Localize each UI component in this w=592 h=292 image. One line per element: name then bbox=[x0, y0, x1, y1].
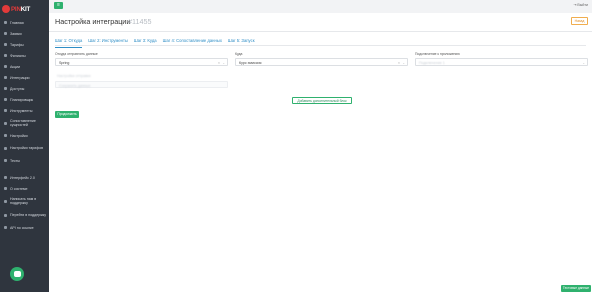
chat-icon bbox=[13, 271, 21, 277]
chat-button[interactable] bbox=[10, 267, 24, 281]
integration-id: #11455 bbox=[128, 17, 152, 26]
connection-label: Подключение к приложению bbox=[415, 52, 460, 56]
sidebar-item-integrations[interactable]: Интеграции bbox=[0, 72, 49, 83]
gear-icon bbox=[4, 134, 7, 137]
calendar-icon bbox=[4, 98, 7, 101]
sliders-icon bbox=[4, 146, 7, 150]
sidebar-item-entity-mapping[interactable]: Сопоставление сущностей bbox=[0, 116, 49, 130]
sidebar-item-promotions[interactable]: Акции bbox=[0, 61, 49, 72]
sidebar-item-requests[interactable]: Заявки bbox=[0, 28, 49, 39]
logo-text: PINKIT bbox=[11, 5, 31, 13]
connection-select-value: Подключение 1 bbox=[419, 60, 445, 65]
info-icon bbox=[4, 187, 7, 190]
help-icon bbox=[4, 213, 7, 217]
chevron-down-icon: ⌄ bbox=[222, 60, 225, 65]
sidebar-bottom-nav: Интерфейс 2.0 О системе Написать нам в п… bbox=[0, 172, 49, 233]
main-content: Шаг 1: Откуда Шаг 2: Инструменты Шаг 3: … bbox=[49, 31, 592, 292]
target-select[interactable]: Курс эмиссия × ⌄ bbox=[235, 58, 408, 66]
sidebar: PINKIT Главная Заявки Тарифы Филиалы Акц… bbox=[0, 0, 49, 292]
sidebar-item-tariff-settings[interactable]: Настройки тарифов bbox=[0, 141, 49, 155]
inbox-icon bbox=[4, 32, 7, 35]
sidebar-item-api[interactable]: API по ссылке bbox=[0, 222, 49, 233]
sidebar-item-about[interactable]: О системе bbox=[0, 183, 49, 194]
source-label: Откуда отправлять данные bbox=[55, 52, 98, 56]
api-icon bbox=[4, 226, 7, 229]
sidebar-item-access[interactable]: Доступы bbox=[0, 83, 49, 94]
page-header: Настройка интеграции #11455 Назад bbox=[49, 13, 592, 31]
sidebar-item-scheduler[interactable]: Планировщик bbox=[0, 94, 49, 105]
sidebar-item-settings[interactable]: Настройки bbox=[0, 130, 49, 141]
home-icon bbox=[4, 21, 7, 24]
sidebar-item-tests[interactable]: Тесты bbox=[0, 155, 49, 166]
plug-icon bbox=[4, 76, 7, 79]
sidebar-item-home[interactable]: Главная bbox=[0, 17, 49, 28]
wrench-icon bbox=[4, 109, 7, 112]
sidebar-item-interface[interactable]: Интерфейс 2.0 bbox=[0, 172, 49, 183]
brand-logo[interactable]: PINKIT bbox=[2, 4, 48, 14]
percent-icon bbox=[4, 65, 7, 68]
top-bar: ≡ ⇥ Выйти bbox=[49, 0, 592, 13]
target-select-value: Курс эмиссия bbox=[239, 60, 262, 65]
sidebar-item-tools[interactable]: Инструменты bbox=[0, 105, 49, 116]
menu-icon: ≡ bbox=[57, 2, 60, 8]
building-icon bbox=[4, 54, 7, 57]
target-label: Куда bbox=[235, 52, 243, 56]
logout-link[interactable]: ⇥ Выйти bbox=[573, 3, 588, 7]
blurred-field-label: Настройки отправки bbox=[57, 74, 91, 78]
blurred-field-value: Сохранить данные bbox=[59, 83, 91, 88]
sidebar-item-support[interactable]: Перейти в поддержку bbox=[0, 208, 49, 222]
logo-icon bbox=[2, 5, 10, 13]
key-icon bbox=[4, 87, 7, 90]
menu-toggle-button[interactable]: ≡ bbox=[54, 2, 63, 9]
page-title: Настройка интеграции bbox=[55, 17, 131, 26]
source-select[interactable]: Spring × ⌄ bbox=[55, 58, 228, 66]
tag-icon bbox=[4, 43, 7, 46]
back-button[interactable]: Назад bbox=[571, 17, 588, 25]
chevron-down-icon: ⌄ bbox=[582, 60, 585, 65]
monitor-icon bbox=[4, 176, 7, 179]
clear-icon[interactable]: × bbox=[398, 61, 400, 65]
connection-select[interactable]: Подключение 1 ⌄ bbox=[415, 58, 588, 66]
add-block-button[interactable]: Добавить дополнительный блок bbox=[292, 97, 352, 104]
continue-button[interactable]: Продолжить bbox=[55, 111, 79, 118]
sidebar-nav: Главная Заявки Тарифы Филиалы Акции Инте… bbox=[0, 17, 49, 166]
source-select-value: Spring bbox=[59, 60, 70, 65]
sidebar-item-branches[interactable]: Филиалы bbox=[0, 50, 49, 61]
test-data-button[interactable]: Тестовые данные bbox=[561, 285, 591, 292]
blurred-field-input[interactable]: Сохранить данные bbox=[55, 81, 228, 88]
check-icon bbox=[4, 159, 7, 162]
clear-icon[interactable]: × bbox=[218, 61, 220, 65]
sidebar-item-write-support[interactable]: Написать нам в поддержку bbox=[0, 194, 49, 208]
mail-icon bbox=[4, 199, 7, 203]
chevron-down-icon: ⌄ bbox=[402, 60, 405, 65]
link-icon bbox=[4, 121, 7, 125]
sidebar-item-tariffs[interactable]: Тарифы bbox=[0, 39, 49, 50]
